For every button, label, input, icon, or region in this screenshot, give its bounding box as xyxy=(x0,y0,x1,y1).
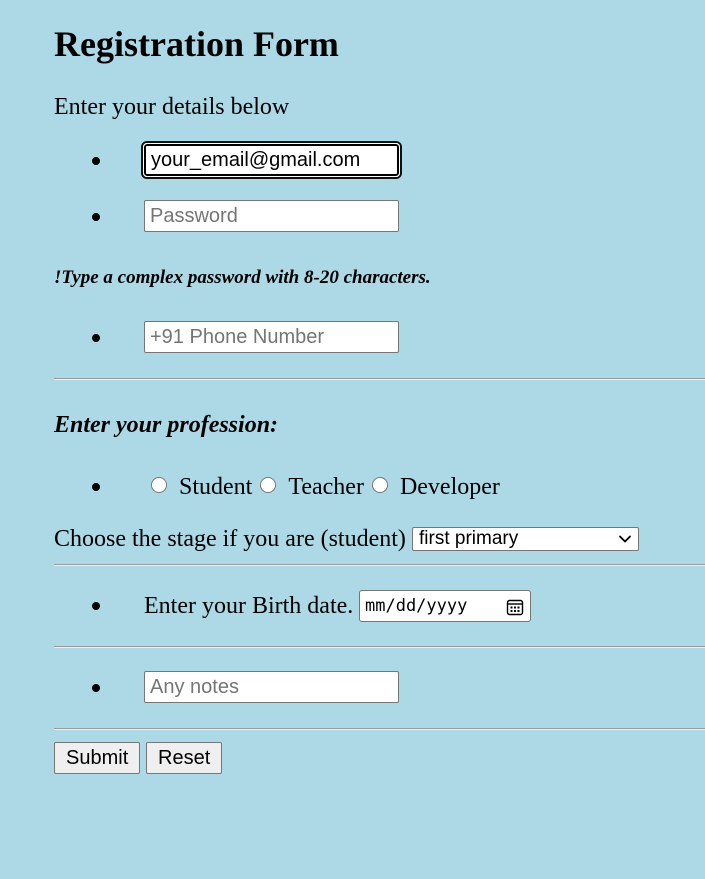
birth-date-label: Enter your Birth date. xyxy=(144,593,354,619)
submit-button[interactable]: Submit xyxy=(54,742,141,774)
page-title: Registration Form xyxy=(54,24,339,64)
radio-developer[interactable] xyxy=(371,477,388,493)
divider xyxy=(54,646,705,648)
radio-student[interactable] xyxy=(151,477,167,493)
password-row xyxy=(54,200,705,234)
list-bullet xyxy=(92,602,100,610)
radio-label-student: Student xyxy=(179,473,253,500)
notes-row xyxy=(54,671,705,705)
phone-row xyxy=(54,321,705,355)
password-hint: !Type a complex password with 8-20 chara… xyxy=(54,267,431,288)
profession-radio-group: Student Teacher Developer xyxy=(151,470,508,504)
list-bullet xyxy=(92,213,100,221)
stage-row: Choose the stage if you are (student) fi… xyxy=(54,524,705,554)
birth-date-field[interactable]: mm/dd/yyyy xyxy=(359,590,531,622)
chevron-down-icon xyxy=(619,535,631,543)
birth-date-row: Enter your Birth date. mm/dd/yyyy xyxy=(54,589,705,623)
password-field[interactable] xyxy=(144,200,399,232)
stage-select[interactable]: first primary xyxy=(412,527,639,551)
divider xyxy=(54,728,705,730)
radio-label-developer: Developer xyxy=(399,473,500,500)
profession-label: Enter your profession: xyxy=(54,412,279,438)
phone-field[interactable] xyxy=(144,321,399,353)
divider xyxy=(54,564,705,566)
list-bullet xyxy=(92,483,100,491)
email-field[interactable] xyxy=(143,143,400,177)
list-bullet xyxy=(92,157,100,165)
profession-row: Student Teacher Developer xyxy=(54,470,705,504)
notes-field[interactable] xyxy=(144,671,399,703)
intro-text: Enter your details below xyxy=(54,94,290,120)
birth-date-placeholder: mm/dd/yyyy xyxy=(365,596,468,616)
list-bullet xyxy=(92,334,100,342)
divider xyxy=(54,378,705,380)
radio-label-teacher: Teacher xyxy=(288,473,364,500)
stage-label: Choose the stage if you are (student) xyxy=(54,525,406,552)
radio-teacher[interactable] xyxy=(260,477,277,493)
email-row xyxy=(54,143,705,178)
list-bullet xyxy=(92,684,100,692)
calendar-icon[interactable] xyxy=(506,598,524,616)
reset-button[interactable]: Reset xyxy=(146,742,223,774)
stage-selected-value: first primary xyxy=(419,528,519,549)
